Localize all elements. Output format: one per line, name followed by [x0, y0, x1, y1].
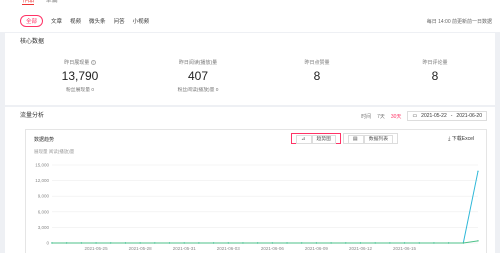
metric-likes: 昨日点赞量 8 — [272, 59, 362, 83]
data-point — [477, 170, 479, 172]
data-point — [95, 242, 97, 244]
y-tick-label: 12,000 — [35, 178, 49, 183]
metric-sub: 粉丝展现量 0 — [66, 88, 94, 93]
data-point — [403, 242, 406, 244]
data-point — [124, 242, 127, 244]
update-note: 每日 14:00 前更新前一日数据 — [426, 19, 492, 25]
range-30-days[interactable]: 30天 — [391, 113, 402, 120]
date-end: 2021-06-20 — [456, 113, 482, 119]
y-tick-label: 3,000 — [38, 225, 50, 230]
data-point — [462, 242, 465, 244]
data-point — [389, 242, 391, 244]
data-point — [154, 242, 156, 244]
x-tick-label: 2021-05-31 — [173, 246, 197, 251]
data-point — [330, 242, 332, 244]
x-tick-label: 2021-06-12 — [349, 246, 373, 251]
core-data-title: 核心数据 — [20, 39, 45, 45]
metric-label: 昨日评论量 — [422, 60, 448, 66]
data-point — [183, 242, 185, 244]
tab-works[interactable]: 作品 — [22, 0, 35, 5]
content-filter: 全部 文章 视频 微头条 问答 小视频 — [20, 15, 149, 27]
filter-article[interactable]: 文章 — [51, 17, 62, 25]
data-point — [374, 242, 376, 244]
date-controls: 时间 7天 30天 ▭ 2021-05-22 - 2021-06-20 — [361, 111, 487, 121]
traffic-analysis-card: 流量分析 时间 7天 30天 ▭ 2021-05-22 - 2021-06-20… — [5, 107, 495, 253]
filter-qa[interactable]: 问答 — [114, 17, 125, 25]
data-point — [315, 242, 318, 244]
x-tick-label: 2021-06-03 — [217, 246, 241, 251]
data-point — [212, 242, 215, 244]
x-tick-label: 2021-06-06 — [261, 246, 285, 251]
data-point — [242, 242, 244, 244]
data-point — [139, 242, 141, 244]
filter-short-video[interactable]: 小视频 — [133, 17, 150, 25]
metric-reads: 昨日阅读(播放)量 407 粉丝阅读(播放)量 0 — [153, 59, 243, 93]
data-point — [168, 242, 171, 244]
top-nav: 作品 单篇 全部 文章 视频 微头条 问答 小视频 每日 14:00 前更新前一… — [0, 0, 500, 32]
tab-single[interactable]: 单篇 — [46, 0, 58, 4]
data-point — [359, 242, 362, 244]
data-point — [418, 242, 420, 244]
x-tick-label: 2021-06-15 — [393, 246, 417, 251]
metric-label: 昨日展现量 — [64, 60, 90, 66]
y-tick-label: 9,000 — [38, 194, 50, 199]
y-axis-title: 展现量 阅读(播放)量 — [34, 148, 75, 155]
data-point — [65, 242, 68, 244]
y-tick-label: 0 — [46, 241, 49, 246]
data-point — [271, 242, 274, 244]
x-tick-label: 2021-05-28 — [129, 246, 153, 251]
x-tick-label: 2021-06-09 — [305, 246, 329, 251]
y-tick-label: 6,000 — [38, 209, 50, 214]
data-point — [345, 242, 347, 244]
data-point — [51, 242, 53, 244]
metric-comments: 昨日评论量 8 — [390, 59, 480, 83]
data-point — [110, 242, 112, 244]
metric-sub: 粉丝阅读(播放)量 0 — [177, 88, 219, 93]
x-tick-label: 2021-05-25 — [85, 246, 109, 251]
filter-weitoutiao[interactable]: 微头条 — [89, 17, 106, 25]
data-point — [256, 242, 259, 244]
filter-video[interactable]: 视频 — [70, 17, 81, 25]
core-data-card: 核心数据 昨日展现量 ? 13,790 粉丝展现量 0 昨日阅读(播放)量 40… — [5, 33, 495, 105]
metric-value: 8 — [313, 69, 321, 83]
data-point — [198, 242, 200, 244]
traffic-analysis-title: 流量分析 — [20, 113, 45, 119]
data-point — [227, 242, 229, 244]
calendar-icon: ▭ — [412, 113, 418, 119]
data-point — [286, 242, 288, 244]
date-start: 2021-05-22 — [421, 113, 447, 119]
trend-chart-box: 数据趋势 ⊿ 趋势图 ▤ 数据列表 ⤓ 下载Excel 展现量 阅读(播放)量 1… — [25, 129, 487, 253]
metric-label: 昨日阅读(播放)量 — [178, 60, 218, 66]
date-separator: - — [450, 113, 453, 119]
metric-value: 407 — [187, 69, 209, 83]
data-point — [301, 242, 303, 244]
series-line-0 — [52, 171, 479, 244]
y-tick-label: 15,000 — [35, 163, 49, 168]
data-point — [477, 240, 479, 242]
filter-all[interactable]: 全部 — [20, 15, 44, 27]
metric-label: 昨日点赞量 — [304, 60, 330, 66]
time-label: 时间 — [361, 113, 372, 120]
trend-chart: 展现量 阅读(播放)量 15,000 12,000 9,000 6,000 3,000 0 2… — [34, 148, 479, 251]
data-point — [447, 242, 450, 244]
help-icon[interactable]: ? — [90, 60, 96, 66]
metric-value: 13,790 — [61, 69, 99, 83]
top-tabs: 作品 单篇 — [22, 0, 68, 5]
metric-value: 8 — [431, 69, 439, 83]
data-point — [80, 242, 83, 244]
metric-impressions: 昨日展现量 ? 13,790 粉丝展现量 0 — [35, 59, 125, 93]
range-7-days[interactable]: 7天 — [377, 113, 385, 120]
date-range-picker[interactable]: ▭ 2021-05-22 - 2021-06-20 — [407, 111, 487, 121]
series-line-1 — [52, 240, 479, 244]
data-point — [433, 242, 435, 244]
